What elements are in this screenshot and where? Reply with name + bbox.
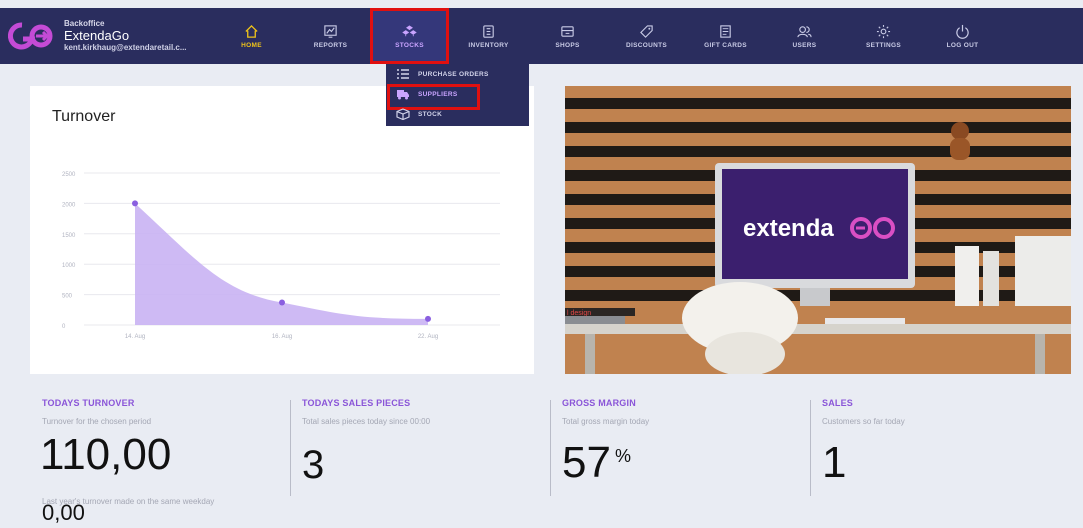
stat-sales-pieces-subtitle: Total sales pieces today since 00:00	[302, 417, 431, 426]
chart-y-tick-label: 1000	[62, 263, 76, 269]
turnover-card: Turnover 0 500 1000 1500 2000 2500 14. Aug 16. …	[30, 86, 534, 374]
chart-x-tick-label: 14. Aug	[125, 334, 145, 340]
chart-y-tick-label: 1500	[62, 233, 76, 239]
stat-sales: SALES Customers so far today	[822, 398, 905, 426]
nav-gift-cards[interactable]: GIFT CARDS	[686, 8, 765, 64]
stat-gross-margin-title: GROSS MARGIN	[562, 398, 636, 408]
nav-discounts-label: DISCOUNTS	[626, 41, 667, 49]
nav-users[interactable]: USERS	[765, 8, 844, 64]
nav-home-label: HOME	[241, 41, 262, 49]
menu-item-stock-label: STOCK	[418, 110, 443, 118]
gift-card-icon	[720, 24, 731, 38]
chart-data-point	[132, 200, 138, 207]
user-email: kent.kirkhaug@extendaretail.c...	[64, 43, 187, 53]
gross-margin-value: 57	[562, 438, 611, 487]
reports-icon	[324, 24, 337, 38]
desk-book-label: l design	[567, 310, 591, 317]
stat-divider	[290, 400, 291, 496]
nav-inventory[interactable]: INVENTORY	[449, 8, 528, 64]
stat-sales-title: SALES	[822, 398, 854, 408]
gross-margin-unit: %	[615, 446, 632, 466]
todays-turnover-value: 110,00	[40, 430, 172, 479]
truck-icon	[397, 90, 409, 100]
nav-discounts[interactable]: DISCOUNTS	[607, 8, 686, 64]
users-icon	[797, 25, 812, 37]
nav-home[interactable]: HOME	[212, 8, 291, 64]
stocks-dropdown-menu: PURCHASE ORDERS SUPPLIERS STOCK	[386, 64, 529, 126]
nav-inventory-label: INVENTORY	[468, 41, 509, 49]
power-icon	[956, 24, 969, 39]
stat-divider	[810, 400, 811, 496]
office-illustration: extenda l design	[565, 86, 1071, 374]
stocks-icon	[402, 24, 417, 36]
nav-log-out[interactable]: LOG OUT	[923, 8, 1002, 64]
chart-data-point	[425, 315, 431, 322]
nav-users-label: USERS	[792, 41, 817, 49]
box-icon	[396, 108, 410, 120]
sales-value: 1	[822, 438, 847, 487]
promo-photo: extenda l design	[565, 86, 1071, 374]
tag-icon	[640, 24, 653, 38]
stat-todays-turnover-title: TODAYS TURNOVER	[42, 398, 135, 408]
nav-settings-label: SETTINGS	[866, 41, 901, 49]
inventory-icon	[483, 24, 494, 38]
chart-x-tick-label: 22. Aug	[418, 334, 438, 340]
nav-reports[interactable]: REPORTS	[291, 8, 370, 64]
menu-item-purchase-orders[interactable]: PURCHASE ORDERS	[386, 64, 529, 84]
stat-todays-turnover-subtitle: Turnover for the chosen period	[42, 417, 152, 426]
chart-y-tick-label: 2000	[62, 202, 76, 208]
stat-gross-margin: GROSS MARGIN Total gross margin today	[562, 398, 649, 426]
stat-sales-pieces-title: TODAYS SALES PIECES	[302, 398, 411, 408]
last-year-turnover-value: 0,00	[42, 500, 85, 525]
nav-reports-label: REPORTS	[313, 41, 348, 49]
menu-item-purchase-orders-label: PURCHASE ORDERS	[418, 70, 489, 78]
nav-log-out-label: LOG OUT	[946, 41, 979, 49]
menu-item-suppliers[interactable]: SUPPLIERS	[386, 84, 529, 110]
stat-todays-turnover: TODAYS TURNOVER Turnover for the chosen …	[42, 398, 151, 426]
chart-y-tick-label: 0	[62, 324, 66, 330]
chart-x-tick-label: 16. Aug	[272, 334, 292, 340]
menu-item-stock[interactable]: STOCK	[386, 104, 529, 124]
nav-shops-label: SHOPS	[555, 41, 580, 49]
stat-sales-subtitle: Customers so far today	[822, 417, 905, 426]
nav-gift-cards-label: GIFT CARDS	[704, 41, 747, 49]
brand-block: Backoffice ExtendaGo kent.kirkhaug@exten…	[0, 8, 212, 64]
gear-icon	[876, 24, 891, 38]
app-name: ExtendaGo	[64, 27, 130, 43]
chart-y-tick-label: 2500	[62, 172, 76, 178]
nav-shops[interactable]: SHOPS	[528, 8, 607, 64]
stat-gross-margin-subtitle: Total gross margin today	[562, 417, 650, 426]
nav-stocks[interactable]: STOCKS	[370, 8, 449, 64]
chart-data-point	[279, 299, 285, 306]
brand-text: Backoffice ExtendaGo kent.kirkhaug@exten…	[64, 19, 187, 52]
promo-brand-text: extenda	[743, 215, 834, 242]
extendago-logo[interactable]	[8, 18, 56, 54]
stat-divider	[550, 400, 551, 496]
nav-settings[interactable]: SETTINGS	[844, 8, 923, 64]
top-navigation-bar: Backoffice ExtendaGo kent.kirkhaug@exten…	[0, 8, 1083, 64]
shop-icon	[561, 25, 574, 37]
sales-pieces-value: 3	[302, 443, 325, 487]
chart-y-tick-label: 500	[62, 294, 73, 300]
main-nav: HOME REPORTS STOCKS INVENTORY SHOPS DISC…	[212, 8, 1083, 64]
turnover-chart: 0 500 1000 1500 2000 2500 14. Aug 16. Aug 22. Au…	[62, 172, 500, 340]
home-icon	[245, 24, 258, 38]
nav-stocks-label: STOCKS	[395, 41, 424, 49]
menu-item-suppliers-label: SUPPLIERS	[418, 90, 458, 98]
list-icon	[397, 69, 409, 79]
stat-todays-sales-pieces: TODAYS SALES PIECES Total sales pieces t…	[302, 398, 430, 426]
